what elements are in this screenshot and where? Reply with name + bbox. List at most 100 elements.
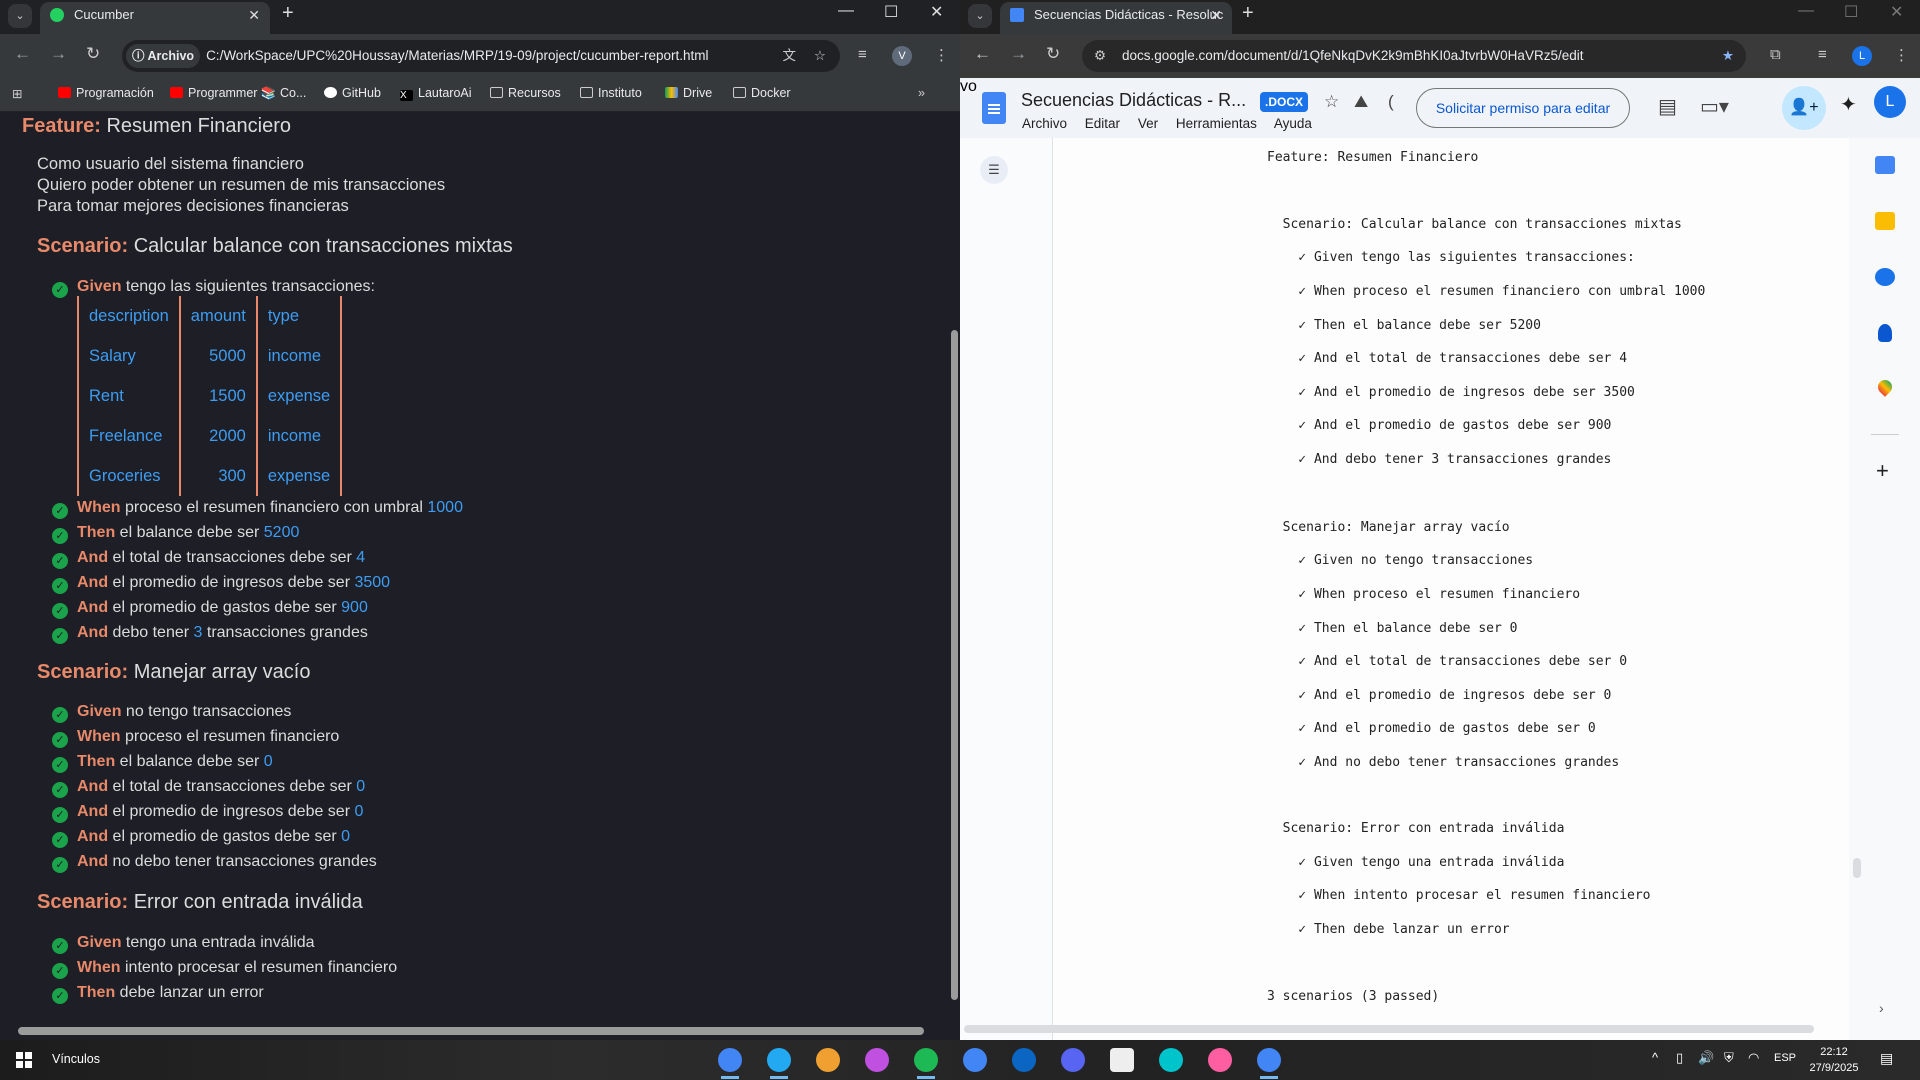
comments-icon[interactable]: ▤ xyxy=(1658,94,1677,119)
windows-start-icon[interactable] xyxy=(16,1052,32,1068)
horizontal-scrollbar[interactable] xyxy=(964,1025,1814,1033)
linkedin-icon[interactable] xyxy=(1012,1048,1036,1072)
spotify-icon[interactable] xyxy=(914,1048,938,1072)
back-icon[interactable]: ← xyxy=(974,44,991,64)
close-window-button[interactable]: ✕ xyxy=(1890,2,1903,22)
contacts-icon[interactable] xyxy=(1878,324,1892,342)
drive-status-icon[interactable]: ⛰ xyxy=(1354,92,1368,112)
calendar-icon[interactable] xyxy=(1875,156,1895,174)
apps-icon[interactable]: ⊞ xyxy=(12,86,22,101)
docs-logo-icon[interactable] xyxy=(982,92,1006,124)
add-addon-icon[interactable]: + xyxy=(1876,458,1889,484)
bookmark-docker[interactable]: Docker xyxy=(733,86,791,100)
maximize-button[interactable]: ☐ xyxy=(884,2,898,22)
chrome-icon[interactable] xyxy=(963,1048,987,1072)
language-indicator[interactable]: ESP xyxy=(1774,1052,1796,1064)
step-row: ✓ When intento procesar el resumen financ… xyxy=(52,955,397,980)
git-kraken-icon[interactable] xyxy=(816,1048,840,1072)
bookmark-programacion[interactable]: Programación xyxy=(58,86,154,100)
vscode-icon[interactable] xyxy=(767,1048,791,1072)
step-text: tengo las siguientes transacciones: xyxy=(121,278,375,295)
canva-icon[interactable] xyxy=(1159,1048,1183,1072)
address-bar[interactable]: ⓘ Archivo C:/WorkSpace/UPC%20Houssay/Mate… xyxy=(122,40,840,72)
minimize-button[interactable]: — xyxy=(838,2,854,20)
new-tab-button[interactable]: + xyxy=(1242,2,1254,25)
forward-icon[interactable]: → xyxy=(50,44,67,64)
share-button[interactable]: 👤+ xyxy=(1782,86,1826,130)
maximize-button[interactable]: ☐ xyxy=(1844,2,1858,22)
volume-icon[interactable]: 🔊 xyxy=(1698,1050,1714,1066)
star-icon[interactable]: ☆ xyxy=(1324,92,1339,112)
chrome-profile-l-icon[interactable] xyxy=(1257,1048,1281,1072)
keep-icon[interactable] xyxy=(1875,212,1895,230)
scrollbar-thumb[interactable] xyxy=(18,1027,924,1035)
links-toolbar[interactable]: Vínculos xyxy=(52,1052,100,1066)
minimize-button[interactable]: — xyxy=(1798,2,1814,20)
new-tab-button[interactable]: + xyxy=(282,2,294,25)
profile-avatar[interactable]: L xyxy=(1852,46,1872,66)
bookmark-drive[interactable]: Drive xyxy=(665,86,712,100)
account-avatar[interactable]: L xyxy=(1874,86,1906,118)
tasks-icon[interactable] xyxy=(1875,268,1895,286)
usb-icon[interactable]: ▯ xyxy=(1676,1050,1683,1066)
copilot-icon[interactable] xyxy=(865,1048,889,1072)
media-icon[interactable]: ≡ xyxy=(858,46,867,63)
extensions-icon[interactable]: ⧉ xyxy=(1770,46,1781,63)
close-tab-icon[interactable]: ✕ xyxy=(248,2,260,28)
bookmark-star-icon[interactable]: ★ xyxy=(1722,40,1734,72)
chrome-profile-v-icon[interactable] xyxy=(718,1048,742,1072)
wifi-icon[interactable]: ◠ xyxy=(1748,1050,1759,1066)
horizontal-scrollbar[interactable] xyxy=(0,1020,960,1040)
arc-icon[interactable] xyxy=(1208,1048,1232,1072)
security-icon[interactable]: ⛨ xyxy=(1724,1050,1734,1066)
bookmark-github[interactable]: GitHub xyxy=(324,86,381,100)
document-page[interactable]: Feature: Resumen Financiero Scenario: Ca… xyxy=(1054,138,1849,1040)
show-hidden-icons[interactable]: ^ xyxy=(1652,1050,1658,1065)
reload-icon[interactable]: ↻ xyxy=(86,44,100,64)
reload-icon[interactable]: ↻ xyxy=(1046,44,1060,64)
maps-icon[interactable] xyxy=(1875,377,1895,397)
address-bar[interactable]: ⚙ docs.google.com/document/d/1QfeNkqDvK2… xyxy=(1082,40,1746,72)
notifications-icon[interactable]: ▤ xyxy=(1880,1050,1893,1067)
menu-archivo[interactable]: Archivo xyxy=(1022,116,1067,131)
doc-title[interactable]: Secuencias Didácticas - R... xyxy=(1021,90,1246,111)
request-edit-button[interactable]: Solicitar permiso para editar xyxy=(1416,88,1630,128)
close-window-button[interactable]: ✕ xyxy=(930,2,943,22)
back-icon[interactable]: ← xyxy=(14,44,31,64)
menu-ayuda[interactable]: Ayuda xyxy=(1274,116,1312,131)
outline-icon[interactable]: ☰ xyxy=(980,156,1008,184)
forward-icon[interactable]: → xyxy=(1010,44,1027,64)
profile-avatar[interactable]: V xyxy=(892,46,912,66)
more-bookmarks-icon[interactable]: » xyxy=(918,86,925,100)
expand-panel-icon[interactable]: › xyxy=(1879,1000,1884,1016)
close-tab-icon[interactable]: ✕ xyxy=(1210,2,1222,28)
tab-search-button[interactable]: ⌄ xyxy=(8,4,32,28)
gemini-icon[interactable]: ✦ xyxy=(1840,92,1857,117)
bookmark-recursos[interactable]: Recursos xyxy=(490,86,561,100)
site-info-chip[interactable]: ⓘ Archivo xyxy=(126,44,201,68)
discord-icon[interactable] xyxy=(1061,1048,1085,1072)
scrollbar-thumb[interactable] xyxy=(1853,858,1861,878)
bookmark-lautaroai[interactable]: X LautaroAi xyxy=(400,86,472,101)
notion-icon[interactable] xyxy=(1110,1048,1134,1072)
menu-editar[interactable]: Editar xyxy=(1085,116,1120,131)
media-icon[interactable]: ≡ xyxy=(1818,46,1827,63)
meet-icon[interactable]: ▭▾ xyxy=(1700,94,1729,119)
step-keyword: And xyxy=(77,549,109,566)
bookmark-star-icon[interactable]: ☆ xyxy=(814,40,826,72)
scrollbar-thumb[interactable] xyxy=(951,330,958,1000)
tab-cucumber[interactable]: Cucumber ✕ xyxy=(40,2,270,34)
menu-icon[interactable]: ⋮ xyxy=(1894,46,1909,64)
menu-herramientas[interactable]: Herramientas xyxy=(1176,116,1257,131)
site-settings-icon[interactable]: ⚙ xyxy=(1094,40,1106,72)
menu-ver[interactable]: Ver xyxy=(1138,116,1158,131)
tab-google-doc[interactable]: Secuencias Didácticas - Resoluc ✕ xyxy=(1000,2,1232,34)
cucumber-browser-window: ⌄ Cucumber ✕ + — ☐ ✕ ← → ↻ ⓘ Archivo C:/W… xyxy=(0,0,960,1040)
clock[interactable]: 22:12 27/9/2025 xyxy=(1804,1044,1864,1076)
translate-icon[interactable]: ⽂ xyxy=(783,40,797,72)
menu-icon[interactable]: ⋮ xyxy=(934,46,949,64)
bookmark-programmer[interactable]: Programmer 📚 Co... xyxy=(170,86,306,101)
vertical-scrollbar[interactable] xyxy=(948,112,960,1020)
bookmark-instituto[interactable]: Instituto xyxy=(580,86,642,100)
tab-search-button[interactable]: ⌄ xyxy=(968,4,992,28)
